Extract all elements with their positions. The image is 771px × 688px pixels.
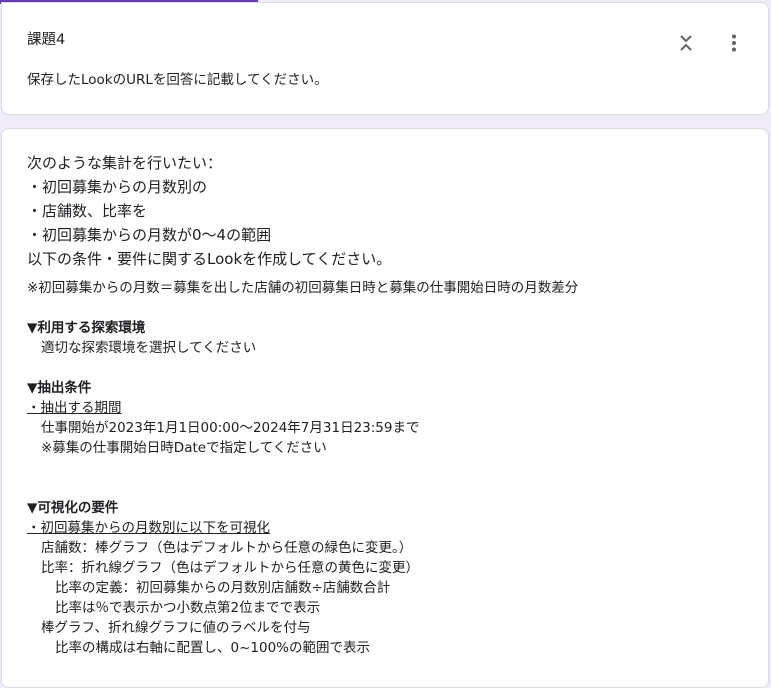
viz-labels: 棒グラフ、折れ線グラフに値のラベルを付与 bbox=[41, 620, 311, 636]
extract-period-label: ・抽出する期間 bbox=[27, 400, 122, 416]
more-options-button[interactable] bbox=[718, 27, 750, 59]
viz-ratio-definition: 比率の定義：初回募集からの月数別店舗数÷店舗数合計 bbox=[55, 580, 391, 596]
viz-heading: ▼可視化の要件 bbox=[27, 500, 119, 516]
intro-line-3: ・店舗数、比率を bbox=[27, 202, 148, 220]
extract-period-note: ※募集の仕事開始日時Dateで指定してください bbox=[41, 440, 327, 456]
viz-axis: 比率の構成は右軸に配置し、0~100%の範囲で表示 bbox=[55, 640, 370, 656]
collapse-button[interactable] bbox=[670, 27, 702, 59]
viz-ratio-format: 比率は％で表示かつ小数点第2位までで表示 bbox=[55, 600, 321, 616]
collapse-icon bbox=[680, 35, 692, 51]
question-description: 保存したLookのURLを回答に記載してください。 bbox=[27, 72, 328, 88]
extract-period-text: 仕事開始が2023年1月1日00:00〜2024年7月31日23:59まで bbox=[41, 420, 420, 436]
question-title: 課題4 bbox=[27, 32, 66, 48]
explore-text: 適切な探索環境を選択してください bbox=[41, 340, 257, 356]
question-card: 課題4 保存したLookのURLを回答に記載してください。 bbox=[1, 2, 769, 115]
intro-line-5: 以下の条件・要件に関するLookを作成してください。 bbox=[27, 250, 392, 268]
intro-line-2: ・初回募集からの月数別の bbox=[27, 178, 208, 196]
intro-line-1: 次のような集計を行いたい： bbox=[27, 154, 223, 172]
explore-heading: ▼利用する探索環境 bbox=[27, 320, 146, 336]
details-text: 次のような集計を行いたい： ・初回募集からの月数別の ・店舗数、比率を ・初回募… bbox=[27, 151, 758, 658]
viz-ratio: 比率：折れ線グラフ（色はデフォルトから任意の黄色に変更） bbox=[41, 560, 419, 576]
intro-line-4: ・初回募集からの月数が0〜4の範囲 bbox=[27, 226, 272, 244]
more-vert-icon bbox=[732, 34, 736, 52]
viz-label: ・初回募集からの月数別に以下を可視化 bbox=[27, 520, 270, 536]
details-card: 次のような集計を行いたい： ・初回募集からの月数別の ・店舗数、比率を ・初回募… bbox=[1, 128, 769, 688]
viz-store: 店舗数：棒グラフ（色はデフォルトから任意の緑色に変更。） bbox=[41, 540, 413, 556]
note-text: ※初回募集からの月数＝募集を出した店舗の初回募集日時と募集の仕事開始日時の月数差… bbox=[27, 280, 579, 296]
extract-heading: ▼抽出条件 bbox=[27, 380, 92, 396]
